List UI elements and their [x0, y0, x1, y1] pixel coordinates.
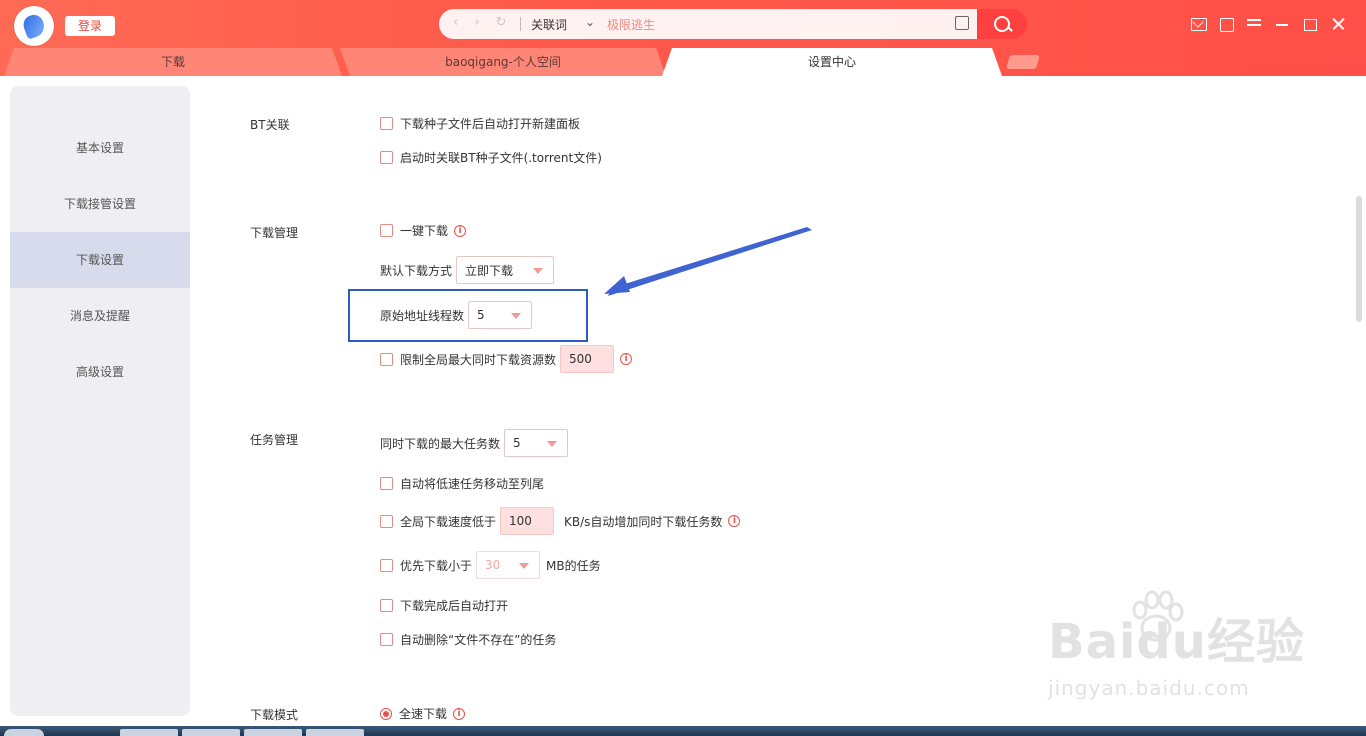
minimize-icon[interactable] — [1268, 14, 1296, 34]
close-icon[interactable] — [1324, 14, 1352, 34]
start-button[interactable] — [4, 729, 44, 736]
checkbox[interactable] — [380, 352, 393, 366]
default-mode-row: 默认下载方式 立即下载 — [380, 256, 555, 284]
annotation-arrow — [604, 227, 812, 296]
speed-threshold-input[interactable]: 100 — [500, 507, 555, 535]
default-mode-label: 默认下载方式 — [380, 263, 453, 278]
option-auto-delete[interactable]: 自动删除“文件不存在”的任务 — [380, 631, 556, 648]
settings-sidebar: 基本设置 下载接管设置 下载设置 消息及提醒 高级设置 — [10, 86, 190, 716]
menu-icon[interactable] — [1240, 14, 1268, 34]
mail-icon[interactable] — [1184, 14, 1212, 34]
option-label: 全速下载 — [399, 707, 448, 721]
option-label: 启动时关联BT种子文件(.torrent文件) — [400, 151, 602, 165]
option-assoc-torrent[interactable]: 启动时关联BT种子文件(.torrent文件) — [380, 149, 602, 166]
annotation-highlight-box — [348, 289, 588, 342]
watermark-main: Baidu经验 — [1048, 614, 1305, 670]
option-speed-threshold[interactable]: 全局下载速度低于 100 KB/s自动增加同时下载任务数 i — [380, 507, 741, 535]
max-tasks-select[interactable]: 5 — [504, 429, 569, 457]
option-auto-open-panel[interactable]: 下载种子文件后自动打开新建面板 — [380, 115, 580, 132]
max-tasks-row: 同时下载的最大任务数 5 — [380, 429, 569, 457]
info-icon[interactable]: i — [728, 515, 741, 527]
option-label: 下载完成后自动打开 — [400, 599, 509, 613]
checkbox[interactable] — [380, 117, 393, 130]
radio-selected[interactable] — [380, 707, 392, 720]
sidebar-item-download[interactable]: 下载设置 — [10, 232, 190, 288]
search-button[interactable] — [977, 9, 1027, 39]
section-title-download-mode: 下载模式 — [250, 708, 299, 722]
bookmark-icon[interactable] — [955, 16, 969, 30]
select-value: 5 — [513, 436, 521, 450]
option-label-suffix: KB/s自动增加同时下载任务数 — [564, 514, 723, 529]
login-button[interactable]: 登录 — [65, 16, 115, 36]
checkbox[interactable] — [380, 599, 393, 612]
sidebar-item-notifications[interactable]: 消息及提醒 — [10, 288, 190, 344]
option-label: 优先下载小于 — [400, 558, 473, 573]
sidebar-item-advanced[interactable]: 高级设置 — [10, 344, 190, 400]
taskbar-app[interactable] — [306, 729, 364, 736]
limit-sources-input[interactable]: 500 — [560, 345, 615, 373]
skin-icon[interactable] — [1212, 14, 1240, 34]
option-label: 全局下载速度低于 — [400, 514, 497, 529]
section-title-task-mgmt: 任务管理 — [250, 433, 299, 447]
select-value: 30 — [485, 558, 501, 572]
sidebar-item-takeover[interactable]: 下载接管设置 — [10, 176, 190, 232]
option-label-suffix: MB的任务 — [546, 558, 601, 573]
option-one-click[interactable]: 一键下载 i — [380, 222, 467, 239]
search-input[interactable]: 极限逃生 — [607, 16, 655, 33]
max-tasks-label: 同时下载的最大任务数 — [380, 436, 501, 451]
checkbox[interactable] — [380, 558, 393, 572]
divider — [520, 17, 521, 31]
watermark: Baidu经验 — [1048, 602, 1305, 672]
option-label: 一键下载 — [400, 224, 449, 238]
tab-settings-center[interactable]: 设置中心 — [662, 48, 1002, 76]
checkbox[interactable] — [380, 514, 393, 528]
watermark-sub: jingyan.baidu.com — [1048, 676, 1250, 700]
checkbox[interactable] — [380, 477, 393, 490]
checkbox[interactable] — [380, 224, 393, 237]
option-label: 限制全局最大同时下载资源数 — [400, 352, 557, 367]
tab-personal-space[interactable]: baoqigang-个人空间 — [340, 48, 666, 76]
caret-down-icon — [533, 268, 544, 274]
sidebar-item-basic[interactable]: 基本设置 — [10, 120, 190, 176]
info-icon[interactable]: i — [454, 224, 467, 237]
section-title-download-mgmt: 下载管理 — [250, 226, 299, 240]
chevron-down-icon[interactable]: ⌄ — [585, 15, 595, 29]
priority-size-select[interactable]: 30 — [476, 551, 541, 579]
search-bar: ‹ › ↻ 关联词 ⌄ 极限逃生 — [439, 9, 977, 39]
checkbox[interactable] — [380, 151, 393, 164]
option-label: 下载种子文件后自动打开新建面板 — [400, 117, 581, 131]
caret-down-icon — [519, 563, 530, 569]
section-title-bt: BT关联 — [250, 118, 290, 132]
caret-down-icon — [547, 441, 558, 447]
info-icon[interactable]: i — [620, 353, 633, 365]
taskbar-app[interactable] — [182, 729, 240, 736]
nav-arrows-icon[interactable]: ‹ › ↻ — [453, 15, 513, 30]
new-tab-button[interactable] — [1006, 55, 1040, 69]
info-icon[interactable]: i — [453, 707, 466, 720]
association-dropdown-label[interactable]: 关联词 — [531, 16, 567, 33]
select-value: 立即下载 — [465, 263, 514, 278]
restore-icon[interactable] — [1296, 14, 1324, 34]
option-limit-sources[interactable]: 限制全局最大同时下载资源数 500 i — [380, 345, 633, 373]
option-priority-small[interactable]: 优先下载小于 30 MB的任务 — [380, 551, 601, 579]
taskbar-app[interactable] — [244, 729, 302, 736]
option-label: 自动删除“文件不存在”的任务 — [400, 633, 557, 647]
tab-download[interactable]: 下载 — [4, 48, 342, 76]
window-controls — [1184, 14, 1352, 34]
option-full-speed[interactable]: 全速下载 i — [380, 705, 466, 722]
taskbar-app[interactable] — [120, 729, 178, 736]
vertical-scrollbar[interactable] — [1356, 196, 1362, 322]
app-logo — [14, 6, 54, 46]
checkbox[interactable] — [380, 633, 393, 646]
default-mode-select[interactable]: 立即下载 — [456, 256, 555, 284]
option-auto-open-done[interactable]: 下载完成后自动打开 — [380, 597, 508, 614]
option-move-slow[interactable]: 自动将低速任务移动至列尾 — [380, 475, 544, 492]
option-label: 自动将低速任务移动至列尾 — [400, 477, 545, 491]
